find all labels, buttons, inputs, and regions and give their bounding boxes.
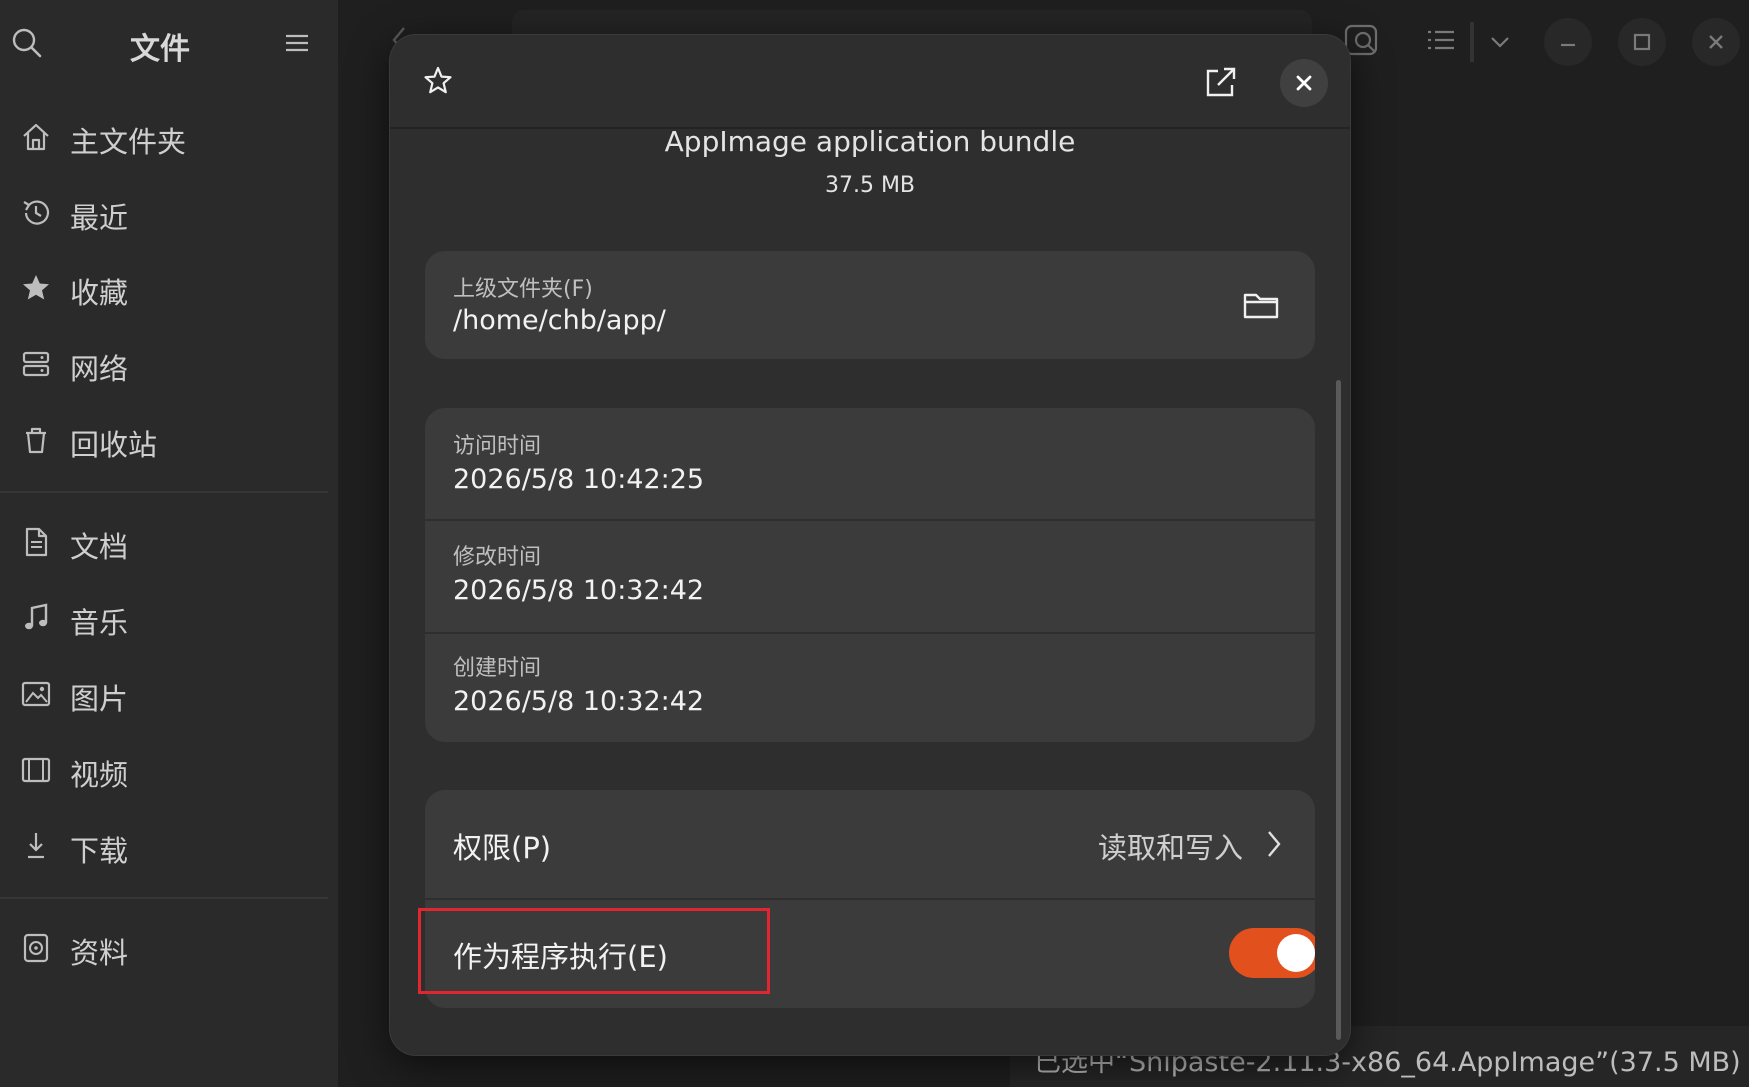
toolbar-divider <box>1470 22 1474 62</box>
sidebar-item-starred[interactable]: 收藏 <box>0 258 338 318</box>
sidebar-item-label: 下载 <box>70 834 129 868</box>
created-time-value: 2026/5/8 10:32:42 <box>453 686 705 717</box>
execute-as-program-toggle[interactable] <box>1229 928 1315 978</box>
permissions-row[interactable]: 权限(P) 读取和写入 <box>425 790 1315 898</box>
sidebar-item-label: 回收站 <box>70 428 158 462</box>
parent-folder-card: 上级文件夹(F) /home/chb/app/ <box>425 251 1315 359</box>
sidebar-item-documents[interactable]: 文档 <box>0 512 338 572</box>
sidebar-item-label: 收藏 <box>70 276 129 310</box>
close-icon <box>1296 75 1312 91</box>
created-time-row: 创建时间 2026/5/8 10:32:42 <box>425 634 1315 742</box>
file-type-label: AppImage application bundle <box>664 125 1076 158</box>
minimize-button[interactable] <box>1544 18 1592 66</box>
chevron-right-icon <box>1261 826 1285 862</box>
modified-time-row: 修改时间 2026/5/8 10:32:42 <box>425 521 1315 632</box>
sidebar-header: 文件 <box>0 0 338 88</box>
folder-icon <box>1243 293 1279 319</box>
properties-dialog: AppImage application bundle 37.5 MB 上级文件… <box>390 35 1350 1055</box>
modified-time-value: 2026/5/8 10:32:42 <box>453 575 705 606</box>
sidebar-item-label: 音乐 <box>70 606 129 640</box>
recent-icon <box>20 197 52 229</box>
sidebar-item-label: 图片 <box>70 682 129 716</box>
view-options-button[interactable] <box>1480 18 1520 66</box>
permissions-value: 读取和写入 <box>1097 831 1243 865</box>
network-icon <box>20 348 52 380</box>
hamburger-menu-icon <box>286 34 308 52</box>
sidebar-item-recent[interactable]: 最近 <box>0 183 338 243</box>
sidebar-item-label: 主文件夹 <box>70 125 187 159</box>
star-button[interactable] <box>420 63 456 99</box>
trash-icon <box>20 424 52 456</box>
star-icon <box>20 272 52 304</box>
sidebar-item-label: 最近 <box>70 201 129 235</box>
close-icon <box>1709 35 1723 49</box>
sidebar-divider <box>0 897 328 899</box>
sidebar-item-videos[interactable]: 视频 <box>0 740 338 800</box>
access-time-caption: 访问时间 <box>453 434 542 459</box>
sidebar-item-downloads[interactable]: 下载 <box>0 816 338 876</box>
external-link-icon <box>1206 67 1236 97</box>
modified-time-caption: 修改时间 <box>453 545 542 570</box>
sidebar-item-label: 文档 <box>70 530 129 564</box>
home-icon <box>20 121 52 153</box>
document-icon <box>20 526 52 558</box>
drive-icon <box>20 932 52 964</box>
access-time-value: 2026/5/8 10:42:25 <box>453 464 705 495</box>
sidebar-item-music[interactable]: 音乐 <box>0 588 338 648</box>
sidebar-item-label: 网络 <box>70 352 129 386</box>
sidebar-item-home[interactable]: 主文件夹 <box>0 107 338 167</box>
dialog-header <box>390 35 1350 129</box>
download-icon <box>20 830 52 862</box>
video-icon <box>20 754 52 786</box>
toggle-knob <box>1277 934 1315 972</box>
maximize-icon <box>1633 33 1651 51</box>
view-list-button[interactable] <box>1418 18 1470 66</box>
open-with-button[interactable] <box>1202 63 1240 101</box>
minimize-icon <box>1561 43 1575 47</box>
sidebar-item-label: 资料 <box>70 936 129 970</box>
app-title: 文件 <box>130 32 190 67</box>
parent-folder-path[interactable]: /home/chb/app/ <box>453 305 666 336</box>
permissions-label: 权限(P) <box>453 831 552 865</box>
sidebar-item-drive[interactable]: 资料 <box>0 918 338 978</box>
highlight-annotation-box <box>418 908 770 994</box>
created-time-caption: 创建时间 <box>453 656 542 681</box>
dialog-close-button[interactable] <box>1280 59 1328 107</box>
music-icon <box>20 602 52 634</box>
sidebar-item-label: 视频 <box>70 758 129 792</box>
search-button[interactable] <box>10 26 44 60</box>
access-time-row: 访问时间 2026/5/8 10:42:25 <box>425 408 1315 519</box>
timestamps-card: 访问时间 2026/5/8 10:42:25 修改时间 2026/5/8 10:… <box>425 408 1315 742</box>
pictures-icon <box>20 678 52 710</box>
sidebar-item-trash[interactable]: 回收站 <box>0 410 338 470</box>
main-menu-button[interactable] <box>282 28 312 58</box>
sidebar-divider <box>0 491 328 493</box>
open-parent-folder-button[interactable] <box>1241 287 1281 323</box>
search-icon <box>12 28 42 58</box>
file-size-label: 37.5 MB <box>824 173 916 198</box>
window-close-button[interactable] <box>1692 18 1740 66</box>
dialog-scrollbar[interactable] <box>1336 380 1341 1040</box>
list-view-icon <box>1428 30 1454 50</box>
parent-folder-caption: 上级文件夹(F) <box>453 277 593 302</box>
sidebar: 文件 主文件夹 最近 收藏 网络 回收站 文档 音乐 图片 视频 下载 资料 <box>0 0 338 1087</box>
star-outline-icon <box>424 66 452 94</box>
chevron-down-icon <box>1491 37 1509 48</box>
maximize-button[interactable] <box>1618 18 1666 66</box>
sidebar-item-network[interactable]: 网络 <box>0 334 338 394</box>
sidebar-item-pictures[interactable]: 图片 <box>0 664 338 724</box>
